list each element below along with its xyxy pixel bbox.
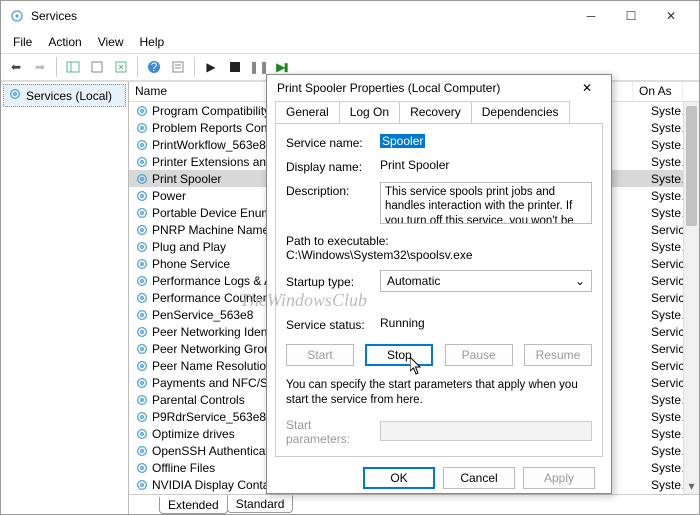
cancel-button[interactable]: Cancel bbox=[443, 467, 515, 489]
value-display-name: Print Spooler bbox=[380, 158, 592, 172]
tab-dependencies[interactable]: Dependencies bbox=[471, 101, 570, 123]
gear-icon bbox=[135, 410, 149, 424]
gear-icon bbox=[8, 87, 22, 104]
gear-icon bbox=[135, 359, 149, 373]
gear-icon bbox=[135, 206, 149, 220]
export-button[interactable] bbox=[86, 56, 108, 78]
start-button: Start bbox=[286, 344, 354, 366]
forward-button[interactable]: ➡ bbox=[29, 56, 51, 78]
start-service-button[interactable]: ▶ bbox=[200, 56, 222, 78]
value-path: C:\Windows\System32\spoolsv.exe bbox=[286, 248, 592, 262]
gear-icon bbox=[135, 444, 149, 458]
gear-icon bbox=[135, 291, 149, 305]
show-hide-tree-button[interactable] bbox=[62, 56, 84, 78]
dialog-title: Print Spooler Properties (Local Computer… bbox=[277, 81, 573, 95]
gear-icon bbox=[135, 461, 149, 475]
menu-file[interactable]: File bbox=[5, 33, 40, 51]
back-button[interactable]: ⬅ bbox=[5, 56, 27, 78]
start-parameters-input bbox=[380, 421, 592, 441]
ok-button[interactable]: OK bbox=[363, 467, 435, 489]
gear-icon bbox=[135, 121, 149, 135]
tree-node-services-local[interactable]: Services (Local) bbox=[3, 84, 126, 107]
tab-logon[interactable]: Log On bbox=[339, 101, 400, 123]
titlebar: Services ─ ☐ ✕ bbox=[1, 1, 699, 31]
tab-standard[interactable]: Standard bbox=[227, 495, 294, 513]
gear-icon bbox=[135, 274, 149, 288]
startup-type-select[interactable]: Automatic ⌄ bbox=[380, 270, 592, 292]
gear-icon bbox=[135, 172, 149, 186]
refresh-button[interactable] bbox=[110, 56, 132, 78]
gear-icon bbox=[135, 223, 149, 237]
apply-button: Apply bbox=[523, 467, 595, 489]
label-service-status: Service status: bbox=[286, 316, 372, 332]
help-button[interactable]: ? bbox=[143, 56, 165, 78]
view-tabs: Extended Standard bbox=[129, 494, 699, 514]
pause-button: Pause bbox=[445, 344, 513, 366]
stop-button[interactable]: Stop bbox=[365, 344, 433, 366]
menu-view[interactable]: View bbox=[90, 33, 132, 51]
properties-button[interactable] bbox=[167, 56, 189, 78]
label-display-name: Display name: bbox=[286, 158, 372, 174]
window-title: Services bbox=[31, 9, 571, 23]
column-logonas[interactable]: On As bbox=[633, 82, 683, 101]
menu-help[interactable]: Help bbox=[132, 33, 173, 51]
gear-icon bbox=[135, 240, 149, 254]
menubar: File Action View Help bbox=[1, 31, 699, 53]
chevron-down-icon: ⌄ bbox=[575, 274, 585, 288]
tree-pane: Services (Local) bbox=[1, 82, 129, 514]
startup-type-value: Automatic bbox=[387, 274, 440, 288]
tab-general[interactable]: General bbox=[275, 101, 340, 123]
gear-icon bbox=[135, 138, 149, 152]
scroll-thumb[interactable] bbox=[686, 106, 697, 226]
gear-icon bbox=[135, 155, 149, 169]
label-description: Description: bbox=[286, 182, 372, 198]
gear-icon bbox=[135, 325, 149, 339]
services-icon bbox=[9, 8, 25, 24]
tab-extended[interactable]: Extended bbox=[159, 497, 228, 514]
resume-button: Resume bbox=[524, 344, 592, 366]
gear-icon bbox=[135, 376, 149, 390]
gear-icon bbox=[135, 257, 149, 271]
label-start-parameters: Start parameters: bbox=[286, 416, 372, 446]
start-params-note: You can specify the start parameters tha… bbox=[286, 378, 592, 408]
gear-icon bbox=[135, 342, 149, 356]
gear-icon bbox=[135, 189, 149, 203]
minimize-button[interactable]: ─ bbox=[571, 2, 611, 30]
stop-service-button[interactable] bbox=[224, 56, 246, 78]
gear-icon bbox=[135, 308, 149, 322]
maximize-button[interactable]: ☐ bbox=[611, 2, 651, 30]
value-service-status: Running bbox=[380, 316, 592, 330]
gear-icon bbox=[135, 393, 149, 407]
dialog-close-button[interactable]: ✕ bbox=[573, 75, 601, 101]
close-button[interactable]: ✕ bbox=[651, 2, 691, 30]
gear-icon bbox=[135, 478, 149, 492]
scroll-down-icon[interactable]: ▾ bbox=[684, 478, 699, 494]
gear-icon bbox=[135, 427, 149, 441]
vertical-scrollbar[interactable]: ▴ ▾ bbox=[683, 102, 699, 494]
label-service-name: Service name: bbox=[286, 134, 372, 150]
svg-text:?: ? bbox=[151, 60, 158, 74]
label-startup-type: Startup type: bbox=[286, 273, 372, 289]
menu-action[interactable]: Action bbox=[40, 33, 89, 51]
value-description[interactable]: This service spools print jobs and handl… bbox=[380, 182, 592, 224]
label-path: Path to executable: bbox=[286, 234, 592, 248]
properties-dialog: Print Spooler Properties (Local Computer… bbox=[266, 74, 612, 494]
tree-node-label: Services (Local) bbox=[26, 89, 112, 103]
gear-icon bbox=[135, 104, 149, 118]
tab-recovery[interactable]: Recovery bbox=[399, 101, 472, 123]
value-service-name: Spooler bbox=[380, 134, 425, 148]
